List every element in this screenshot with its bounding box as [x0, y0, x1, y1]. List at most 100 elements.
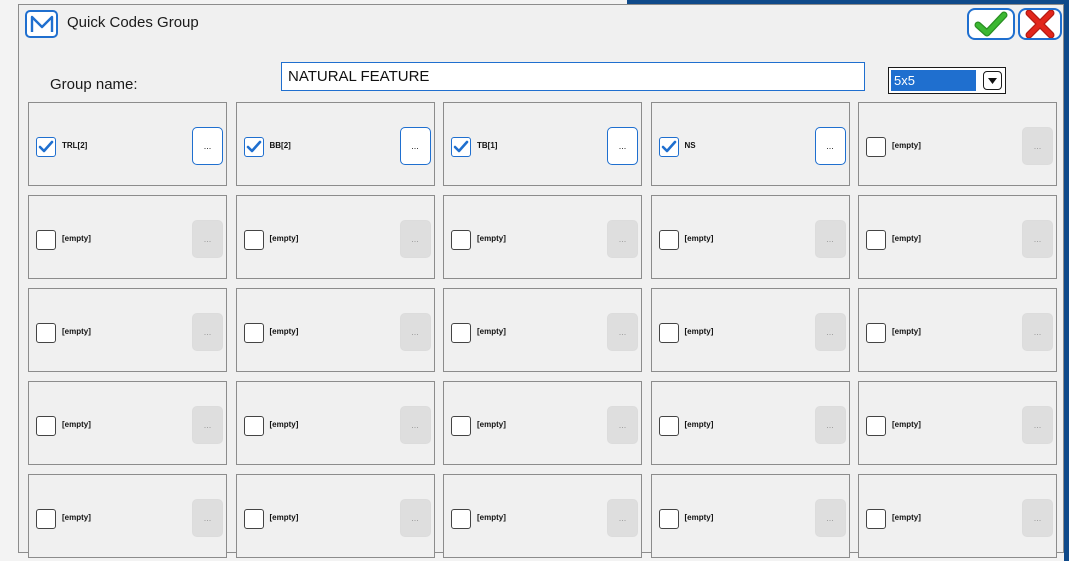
quick-code-more-button[interactable]: ... [814, 127, 846, 165]
chevron-down-icon[interactable] [983, 71, 1002, 90]
quick-code-checkbox[interactable] [658, 137, 679, 157]
quick-code-checkbox[interactable] [36, 323, 56, 343]
group-name-label: Group name: [50, 76, 138, 93]
quick-code-label: [empty] [892, 420, 921, 429]
quick-code-more-button[interactable]: ... [607, 127, 638, 165]
window-title: Quick Codes Group [67, 14, 199, 31]
quick-code-cell: [empty]... [858, 474, 1057, 558]
quick-code-cell: [empty]... [858, 381, 1057, 465]
quick-code-label: [empty] [684, 234, 714, 243]
close-icon [1025, 10, 1055, 38]
quick-code-label: [empty] [477, 234, 506, 243]
background-desktop-right [1064, 0, 1069, 561]
quick-code-more-button[interactable]: ... [192, 499, 223, 537]
quick-code-checkbox[interactable] [36, 137, 56, 157]
quick-code-more-button[interactable]: ... [814, 499, 846, 537]
quick-code-more-button[interactable]: ... [1022, 499, 1053, 537]
quick-code-more-button[interactable]: ... [1022, 406, 1053, 444]
quick-code-cell: [empty]... [858, 195, 1057, 279]
quick-code-cell: [empty]... [650, 381, 850, 465]
quick-code-label: [empty] [684, 513, 714, 522]
quick-code-checkbox[interactable] [658, 230, 679, 250]
quick-code-checkbox[interactable] [866, 230, 886, 250]
quick-code-label: [empty] [62, 513, 91, 522]
quick-code-more-button[interactable]: ... [814, 406, 846, 444]
quick-code-cell: [empty]... [235, 474, 435, 558]
quick-code-label: [empty] [269, 420, 299, 429]
quick-code-more-button[interactable]: ... [399, 313, 431, 351]
group-name-input[interactable]: NATURAL FEATURE [281, 62, 865, 91]
quick-code-checkbox[interactable] [451, 137, 471, 157]
quick-code-checkbox[interactable] [658, 509, 679, 529]
quick-code-checkbox[interactable] [866, 323, 886, 343]
grid-size-select[interactable]: 5x5 [888, 67, 1006, 94]
quick-code-label: [empty] [62, 234, 91, 243]
quick-code-cell: TB[1]... [443, 102, 642, 186]
quick-code-cell: [empty]... [858, 288, 1057, 372]
quick-code-more-button[interactable]: ... [814, 220, 846, 258]
quick-code-label: [empty] [892, 513, 921, 522]
quick-code-more-button[interactable]: ... [399, 406, 431, 444]
quick-code-label: NS [684, 141, 696, 150]
quick-code-checkbox[interactable] [36, 509, 56, 529]
quick-code-more-button[interactable]: ... [1022, 220, 1053, 258]
quick-code-cell: [empty]... [858, 102, 1057, 186]
quick-code-checkbox[interactable] [243, 323, 264, 343]
grid-size-value: 5x5 [891, 70, 976, 91]
quick-code-cell: [empty]... [235, 195, 435, 279]
quick-code-checkbox[interactable] [451, 230, 471, 250]
quick-code-label: [empty] [269, 513, 299, 522]
quick-code-checkbox[interactable] [866, 509, 886, 529]
quick-code-more-button[interactable]: ... [607, 220, 638, 258]
quick-code-cell: [empty]... [28, 381, 227, 465]
quick-code-checkbox[interactable] [451, 509, 471, 529]
quick-code-more-button[interactable]: ... [399, 220, 431, 258]
quick-code-cell: [empty]... [650, 288, 850, 372]
quick-code-label: [empty] [684, 327, 714, 336]
quick-code-label: [empty] [269, 327, 299, 336]
quick-code-more-button[interactable]: ... [814, 313, 846, 351]
quick-code-more-button[interactable]: ... [607, 499, 638, 537]
quick-code-checkbox[interactable] [243, 416, 264, 436]
quick-code-more-button[interactable]: ... [607, 406, 638, 444]
quick-code-cell: [empty]... [443, 288, 642, 372]
quick-code-label: [empty] [62, 327, 91, 336]
quick-code-checkbox[interactable] [243, 230, 264, 250]
quick-code-cell: [empty]... [650, 195, 850, 279]
quick-code-checkbox[interactable] [36, 230, 56, 250]
quick-code-more-button[interactable]: ... [192, 313, 223, 351]
quick-code-more-button[interactable]: ... [399, 499, 431, 537]
quick-code-checkbox[interactable] [243, 137, 264, 157]
quick-code-more-button[interactable]: ... [1022, 313, 1053, 351]
ok-button[interactable] [967, 8, 1015, 40]
quick-code-more-button[interactable]: ... [192, 220, 223, 258]
quick-code-checkbox[interactable] [36, 416, 56, 436]
quick-code-label: BB[2] [269, 141, 291, 150]
quick-code-label: [empty] [684, 420, 714, 429]
quick-code-checkbox[interactable] [658, 416, 679, 436]
quick-code-cell: NS... [650, 102, 850, 186]
quick-code-checkbox[interactable] [243, 509, 264, 529]
quick-code-cell: [empty]... [650, 474, 850, 558]
quick-code-cell: [empty]... [28, 195, 227, 279]
cancel-button[interactable] [1018, 8, 1062, 40]
quick-code-label: [empty] [892, 141, 921, 150]
quick-code-more-button[interactable]: ... [192, 127, 223, 165]
quick-code-more-button[interactable]: ... [399, 127, 431, 165]
quick-code-checkbox[interactable] [866, 416, 886, 436]
quick-codes-grid: TRL[2]... BB[2]... TB[1]... NS... [empty]...… [28, 102, 1057, 558]
quick-code-checkbox[interactable] [866, 137, 886, 157]
quick-code-label: [empty] [477, 513, 506, 522]
quick-code-label: [empty] [477, 327, 506, 336]
quick-code-more-button[interactable]: ... [607, 313, 638, 351]
quick-code-more-button[interactable]: ... [1022, 127, 1053, 165]
quick-code-label: TRL[2] [62, 141, 88, 150]
quick-code-checkbox[interactable] [658, 323, 679, 343]
quick-code-checkbox[interactable] [451, 416, 471, 436]
quick-code-cell: BB[2]... [235, 102, 435, 186]
quick-code-cell: [empty]... [235, 381, 435, 465]
quick-code-more-button[interactable]: ... [192, 406, 223, 444]
quick-code-label: [empty] [477, 420, 506, 429]
quick-code-checkbox[interactable] [451, 323, 471, 343]
app-logo-icon [25, 10, 58, 38]
